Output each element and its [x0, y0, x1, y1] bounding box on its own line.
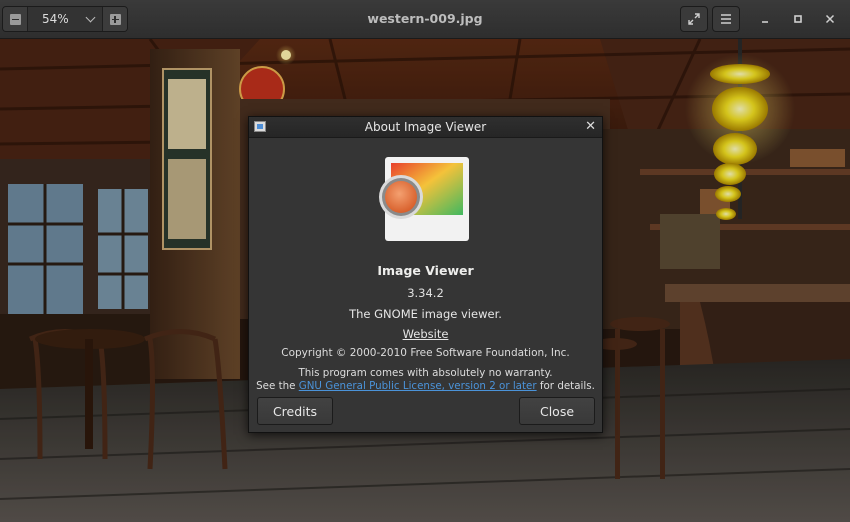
license-prefix: See the — [256, 380, 299, 392]
minimize-button[interactable] — [753, 7, 777, 31]
minimize-icon — [762, 21, 768, 23]
copyright-text: Copyright © 2000-2010 Free Software Foun… — [281, 347, 570, 359]
maximize-button[interactable] — [786, 7, 810, 31]
image-viewer-logo-icon — [379, 157, 469, 241]
app-version: 3.34.2 — [407, 286, 444, 300]
close-icon — [825, 14, 835, 24]
fullscreen-icon — [688, 13, 700, 25]
close-button[interactable]: Close — [519, 397, 595, 425]
fullscreen-button[interactable] — [680, 6, 708, 32]
maximize-icon — [794, 15, 802, 23]
header-bar: 54% western-009.jpg — [0, 0, 850, 39]
license-text: This program comes with absolutely no wa… — [249, 367, 602, 393]
license-link[interactable]: GNU General Public License, version 2 or… — [299, 380, 537, 392]
warranty-text: This program comes with absolutely no wa… — [298, 367, 553, 379]
menu-button[interactable] — [712, 6, 740, 32]
dialog-title: About Image Viewer — [364, 120, 487, 134]
app-name: Image Viewer — [377, 263, 474, 278]
app-description: The GNOME image viewer. — [349, 307, 502, 321]
about-dialog: About Image Viewer ✕ Image Viewer 3.34.2… — [248, 116, 603, 433]
website-link[interactable]: Website — [249, 327, 602, 341]
dialog-titlebar[interactable]: About Image Viewer ✕ — [249, 117, 602, 138]
hamburger-menu-icon — [721, 14, 731, 24]
dialog-close-icon[interactable]: ✕ — [585, 119, 596, 134]
license-line: See the GNU General Public License, vers… — [249, 380, 602, 393]
credits-button[interactable]: Credits — [257, 397, 333, 425]
license-suffix: for details. — [536, 380, 595, 392]
window-close-button[interactable] — [818, 7, 842, 31]
